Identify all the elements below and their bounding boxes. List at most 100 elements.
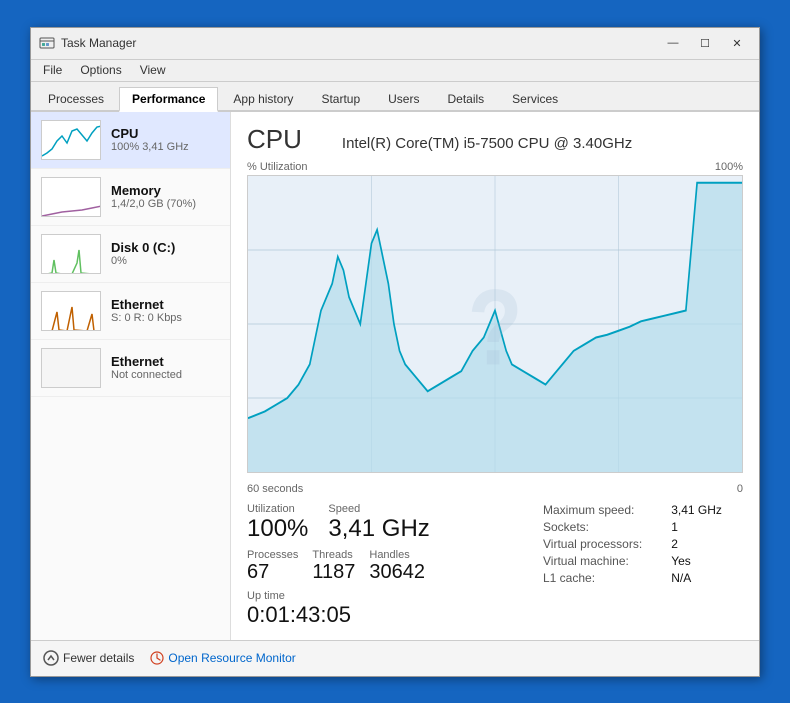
memory-sublabel: 1,4/2,0 GB (70%) xyxy=(111,198,220,210)
sidebar-item-memory[interactable]: Memory 1,4/2,0 GB (70%) xyxy=(31,169,230,226)
fewer-details-label: Fewer details xyxy=(63,651,134,665)
stats-row-2: Processes 67 Threads 1187 Handles 30642 xyxy=(247,549,523,584)
minimize-button[interactable]: — xyxy=(659,33,687,53)
max-speed-value: 3,41 GHz xyxy=(671,503,743,517)
ethernet1-mini-chart xyxy=(42,292,101,331)
threads-block: Threads 1187 xyxy=(312,549,355,584)
tab-processes[interactable]: Processes xyxy=(35,87,117,110)
virtual-proc-value: 2 xyxy=(671,537,743,551)
sidebar-item-cpu[interactable]: CPU 100% 3,41 GHz xyxy=(31,112,230,169)
virtual-machine-value: Yes xyxy=(671,554,743,568)
utilization-block: Utilization 100% xyxy=(247,503,308,543)
ethernet2-mini-chart xyxy=(42,349,101,388)
sockets-label: Sockets: xyxy=(543,520,663,534)
fewer-details-button[interactable]: Fewer details xyxy=(43,650,134,666)
sidebar: CPU 100% 3,41 GHz Memory 1,4/2,0 GB (70%… xyxy=(31,112,231,640)
chevron-up-icon xyxy=(43,650,59,666)
tab-details[interactable]: Details xyxy=(434,87,497,110)
threads-value: 1187 xyxy=(312,561,355,584)
y-max: 100% xyxy=(715,161,743,173)
menu-options[interactable]: Options xyxy=(72,61,129,79)
title-bar-left: Task Manager xyxy=(39,35,136,51)
handles-label: Handles xyxy=(369,549,425,561)
speed-value: 3,41 GHz xyxy=(328,515,429,543)
cpu-model: Intel(R) Core(TM) i5-7500 CPU @ 3.40GHz xyxy=(342,135,632,152)
uptime-block: Up time 0:01:43:05 xyxy=(247,590,523,628)
tab-users[interactable]: Users xyxy=(375,87,432,110)
menu-file[interactable]: File xyxy=(35,61,70,79)
tab-performance[interactable]: Performance xyxy=(119,87,218,112)
utilization-label: Utilization xyxy=(247,503,308,515)
cpu-header: CPU Intel(R) Core(TM) i5-7500 CPU @ 3.40… xyxy=(247,124,743,155)
close-button[interactable]: ✕ xyxy=(723,33,751,53)
maximize-button[interactable]: ☐ xyxy=(691,33,719,53)
disk-label: Disk 0 (C:) xyxy=(111,240,220,255)
cpu-label: CPU xyxy=(111,126,220,141)
open-resource-monitor-button[interactable]: Open Resource Monitor xyxy=(150,651,295,665)
threads-label: Threads xyxy=(312,549,355,561)
left-stats: Utilization 100% Speed 3,41 GHz Processe… xyxy=(247,503,523,628)
memory-label: Memory xyxy=(111,183,220,198)
utilization-value: 100% xyxy=(247,515,308,543)
sidebar-item-ethernet1[interactable]: Ethernet S: 0 R: 0 Kbps xyxy=(31,283,230,340)
tab-services[interactable]: Services xyxy=(499,87,571,110)
max-speed-label: Maximum speed: xyxy=(543,503,663,517)
handles-value: 30642 xyxy=(369,561,425,584)
processes-label: Processes xyxy=(247,549,298,561)
ethernet1-label: Ethernet xyxy=(111,297,220,312)
cpu-chart: ? xyxy=(247,175,743,473)
virtual-proc-label: Virtual processors: xyxy=(543,537,663,551)
processes-value: 67 xyxy=(247,561,298,584)
right-stats: Maximum speed: 3,41 GHz Sockets: 1 Virtu… xyxy=(543,503,743,628)
task-manager-window: Task Manager — ☐ ✕ File Options View Pro… xyxy=(30,27,760,677)
footer: Fewer details Open Resource Monitor xyxy=(31,640,759,676)
cpu-mini-chart xyxy=(42,121,101,160)
main-panel: CPU Intel(R) Core(TM) i5-7500 CPU @ 3.40… xyxy=(231,112,759,640)
disk-mini-chart xyxy=(42,235,101,274)
virtual-machine-label: Virtual machine: xyxy=(543,554,663,568)
ethernet1-info: Ethernet S: 0 R: 0 Kbps xyxy=(111,297,220,324)
ethernet1-sublabel: S: 0 R: 0 Kbps xyxy=(111,312,220,324)
disk-thumb xyxy=(41,234,101,274)
title-bar-controls: — ☐ ✕ xyxy=(659,33,751,53)
ethernet2-thumb xyxy=(41,348,101,388)
uptime-value: 0:01:43:05 xyxy=(247,602,523,628)
cpu-title: CPU xyxy=(247,124,302,155)
x-min: 60 seconds xyxy=(247,483,303,495)
tab-bar: Processes Performance App history Startu… xyxy=(31,82,759,112)
monitor-icon xyxy=(150,651,164,665)
cpu-thumb xyxy=(41,120,101,160)
stats-row-1: Utilization 100% Speed 3,41 GHz xyxy=(247,503,523,543)
speed-block: Speed 3,41 GHz xyxy=(328,503,429,543)
window-title: Task Manager xyxy=(61,36,136,50)
app-icon xyxy=(39,35,55,51)
open-monitor-label: Open Resource Monitor xyxy=(168,651,295,665)
handles-block: Handles 30642 xyxy=(369,549,425,584)
cpu-info: CPU 100% 3,41 GHz xyxy=(111,126,220,153)
chart-label-bottom: 60 seconds 0 xyxy=(247,483,743,495)
svg-text:?: ? xyxy=(468,267,523,388)
title-bar: Task Manager — ☐ ✕ xyxy=(31,28,759,60)
main-content: CPU 100% 3,41 GHz Memory 1,4/2,0 GB (70%… xyxy=(31,112,759,640)
disk-info: Disk 0 (C:) 0% xyxy=(111,240,220,267)
sockets-value: 1 xyxy=(671,520,743,534)
x-max: 0 xyxy=(737,483,743,495)
tab-startup[interactable]: Startup xyxy=(308,87,373,110)
y-label: % Utilization xyxy=(247,161,308,173)
memory-info: Memory 1,4/2,0 GB (70%) xyxy=(111,183,220,210)
stats-area: Utilization 100% Speed 3,41 GHz Processe… xyxy=(247,503,743,628)
sidebar-item-disk[interactable]: Disk 0 (C:) 0% xyxy=(31,226,230,283)
menu-view[interactable]: View xyxy=(132,61,174,79)
processes-block: Processes 67 xyxy=(247,549,298,584)
sidebar-item-ethernet2[interactable]: Ethernet Not connected xyxy=(31,340,230,397)
l1-cache-value: N/A xyxy=(671,571,743,585)
ethernet2-info: Ethernet Not connected xyxy=(111,354,220,381)
disk-sublabel: 0% xyxy=(111,255,220,267)
cpu-chart-svg: ? xyxy=(248,176,742,472)
menu-bar: File Options View xyxy=(31,60,759,82)
right-stats-grid: Maximum speed: 3,41 GHz Sockets: 1 Virtu… xyxy=(543,503,743,585)
tab-app-history[interactable]: App history xyxy=(220,87,306,110)
l1-cache-label: L1 cache: xyxy=(543,571,663,585)
uptime-label: Up time xyxy=(247,590,523,602)
ethernet2-label: Ethernet xyxy=(111,354,220,369)
